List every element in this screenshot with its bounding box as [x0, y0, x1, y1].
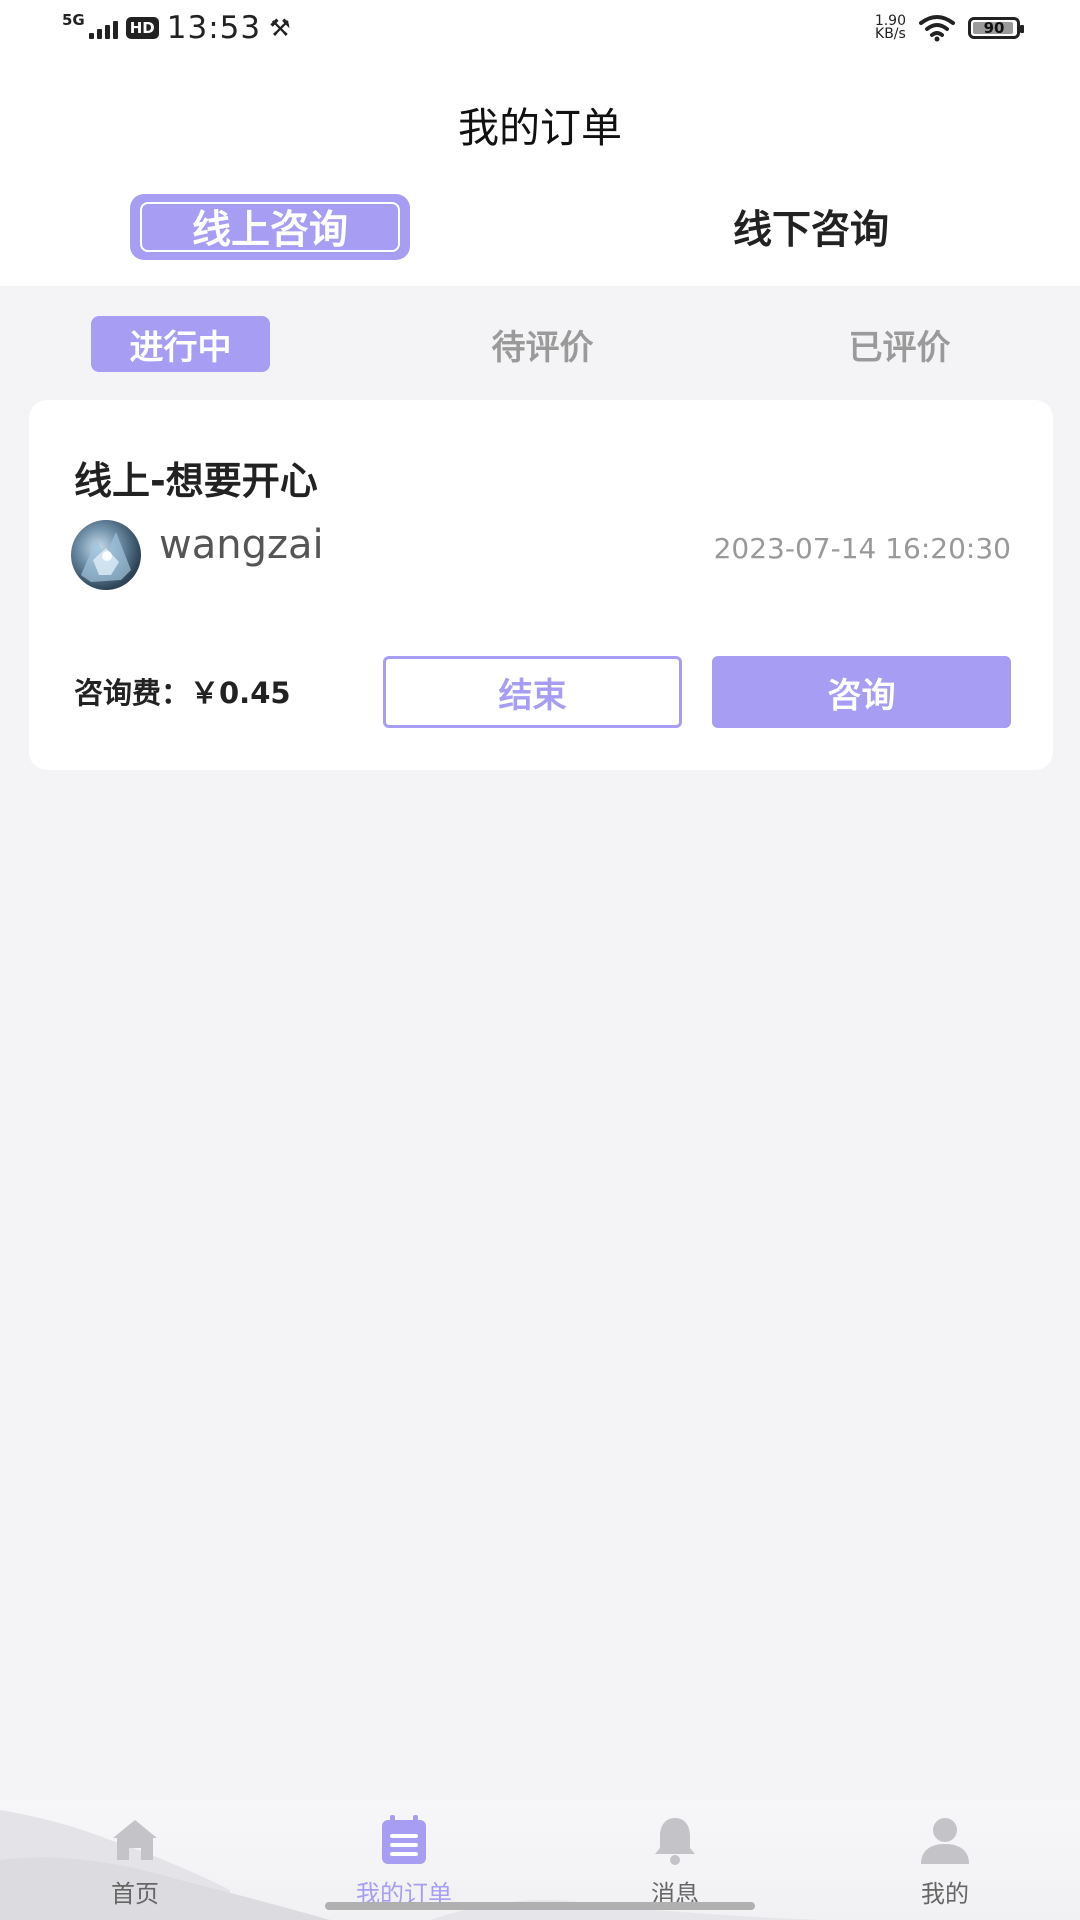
nav-me[interactable]: 我的 [870, 1812, 1020, 1909]
order-card[interactable]: 线上-想要开心 wangzai 2023-07-14 16:20:30 咨询费：… [29, 400, 1053, 770]
nav-home[interactable]: 首页 [60, 1812, 210, 1909]
username: wangzai [159, 522, 324, 568]
consult-fee: 咨询费：￥0.45 [74, 676, 291, 710]
nav-home-label: 首页 [111, 1880, 159, 1908]
avatar [71, 520, 141, 590]
header: 我的订单 线上咨询 线下咨询 [0, 64, 1080, 286]
tab-offline-consult[interactable]: 线下咨询 [680, 196, 942, 258]
subtab-reviewed[interactable]: 已评价 [812, 316, 987, 372]
home-icon [113, 1820, 157, 1860]
subtab-in-progress[interactable]: 进行中 [91, 316, 270, 372]
status-time: 13:53 [166, 10, 262, 46]
status-subtabs: 进行中 待评价 已评价 [0, 286, 1080, 398]
network-speed: 1.90 KB/s [875, 14, 906, 42]
consult-button[interactable]: 咨询 [712, 656, 1011, 728]
network-type: 5G [62, 11, 85, 29]
wifi-icon [919, 15, 955, 42]
orders-icon [382, 1815, 426, 1864]
nav-orders[interactable]: 我的订单 [329, 1812, 479, 1909]
order-time: 2023-07-14 16:20:30 [713, 532, 1011, 565]
order-title: 线上-想要开心 [74, 459, 318, 503]
page-title: 我的订单 [458, 104, 622, 152]
status-bar: 5G HD 13:53 ⚒ 1.90 KB/s 90 [0, 0, 1080, 64]
bottom-nav: 首页 我的订单 消息 我的 [0, 1800, 1080, 1920]
tab-online-consult[interactable]: 线上咨询 [132, 196, 408, 258]
end-button[interactable]: 结束 [383, 656, 682, 728]
home-indicator[interactable] [325, 1902, 755, 1910]
speed-unit: KB/s [875, 26, 906, 42]
bell-icon [655, 1818, 695, 1865]
signal-icon [88, 17, 118, 39]
battery-icon: 90 [968, 17, 1024, 39]
nav-me-label: 我的 [921, 1880, 969, 1908]
subtab-pending-review[interactable]: 待评价 [455, 316, 630, 372]
nav-messages[interactable]: 消息 [600, 1812, 750, 1909]
person-icon [921, 1818, 969, 1864]
hd-badge: HD [125, 17, 159, 39]
tools-icon: ⚒ [269, 14, 291, 42]
battery-level: 90 [983, 19, 1005, 37]
